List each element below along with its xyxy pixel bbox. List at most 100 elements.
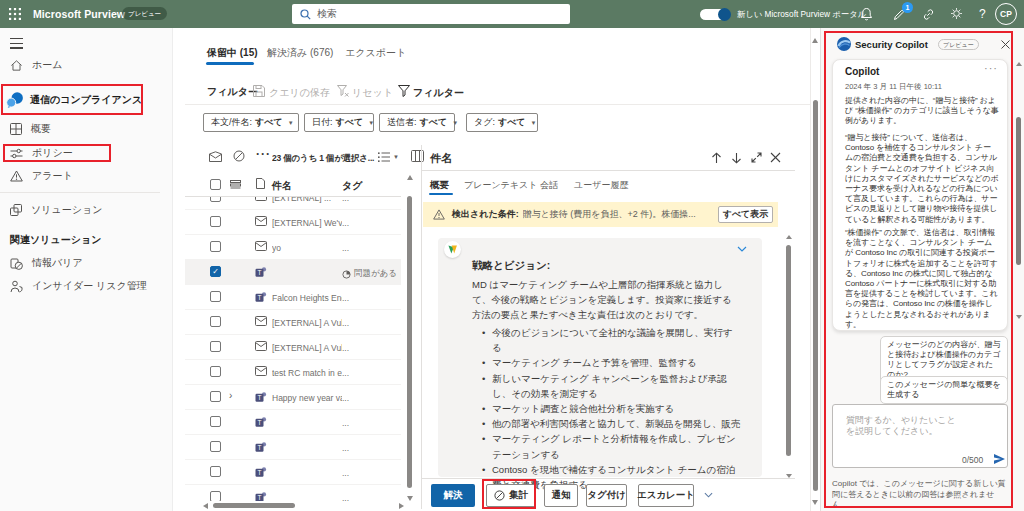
sidebar-item-insider-risk[interactable]: インサイダー リスク管理	[0, 275, 173, 297]
column-header-subject[interactable]: 件名	[272, 179, 292, 193]
detail-tab-overview[interactable]: 概要	[430, 179, 449, 192]
save-query-button[interactable]: クエリの保存	[269, 86, 330, 100]
close-panel-icon[interactable]	[1001, 40, 1010, 49]
collapse-summary-chevron[interactable]	[737, 246, 747, 252]
waffle-menu-icon[interactable]	[9, 8, 21, 20]
sidebar-item-policies[interactable]: ポリシー	[0, 142, 173, 164]
h-scrollbar-thumb[interactable]	[213, 503, 295, 508]
settings-gear-icon[interactable]	[950, 7, 963, 20]
row-checkbox[interactable]	[210, 466, 221, 477]
expand-icon[interactable]	[751, 152, 762, 163]
row-checkbox[interactable]	[210, 416, 221, 427]
scroll-up-arrow[interactable]	[812, 38, 818, 43]
list-view-icon[interactable]	[378, 152, 390, 162]
table-row[interactable]: TFalcon Heights Eng......	[185, 285, 401, 310]
global-search-input[interactable]: 検索	[292, 4, 570, 24]
row-checkbox[interactable]	[210, 391, 221, 402]
filter-button[interactable]: フィルター	[413, 86, 464, 100]
dropdown-sender[interactable]: 送信者:すべて▼	[379, 113, 455, 132]
expand-chevron[interactable]: ›	[229, 390, 232, 401]
row-checkbox[interactable]	[210, 341, 221, 352]
column-header-tag[interactable]: タグ	[342, 179, 362, 193]
sidebar-item-alerts[interactable]: アラート	[0, 165, 173, 187]
table-row[interactable]: ✓T問題がある	[185, 260, 401, 285]
sidebar-item-solutions[interactable]: ソリューション	[0, 199, 173, 221]
dropdown-subject-body[interactable]: 本文/件名:すべて▼	[203, 113, 299, 132]
detail-scrollbar-thumb[interactable]	[786, 245, 791, 456]
scroll-right-arrow[interactable]	[399, 503, 404, 509]
mark-read-icon[interactable]	[209, 151, 222, 162]
more-actions-chevron[interactable]	[704, 492, 713, 498]
row-checkbox[interactable]	[210, 241, 221, 252]
card-more-menu-icon[interactable]: ···	[984, 62, 998, 74]
copilot-suggestion-chip[interactable]: このメッセージの簡単な概要を生成する	[880, 376, 1008, 404]
row-checkbox[interactable]	[210, 441, 221, 452]
select-all-checkbox[interactable]	[210, 179, 221, 190]
table-row[interactable]: test RC match in e......	[185, 360, 401, 385]
table-row[interactable]: T...	[185, 485, 401, 501]
row-checkbox[interactable]	[210, 491, 221, 501]
detail-tab-conversation[interactable]: 会話	[540, 179, 558, 192]
dismiss-circle-icon[interactable]	[233, 150, 245, 162]
link-icon[interactable]	[922, 8, 935, 21]
sidebar-item-communication-compliance[interactable]: 通信のコンプライアンス	[0, 88, 173, 112]
prev-item-icon[interactable]	[711, 152, 722, 164]
new-portal-toggle[interactable]	[700, 9, 730, 20]
scroll-down-arrow[interactable]	[812, 500, 818, 505]
tab-resolved[interactable]: 解決済み (676)	[267, 46, 333, 60]
tab-pending[interactable]: 保留中 (15)	[207, 46, 258, 60]
column-options-icon[interactable]	[411, 150, 424, 162]
more-actions-icon[interactable]: ···	[256, 147, 271, 161]
list-view-chevron[interactable]: ▼	[393, 154, 399, 160]
table-row[interactable]: [EXTERNAL] A Vuln......	[185, 310, 401, 335]
row-tag: ...	[342, 443, 349, 453]
send-icon[interactable]	[993, 453, 1006, 465]
tag-button[interactable]: タグ付け	[586, 484, 627, 507]
scroll-up-arrow[interactable]	[1016, 62, 1022, 66]
sidebar-item-home[interactable]: ホーム	[0, 54, 173, 76]
table-row[interactable]: T...	[185, 460, 401, 485]
help-icon[interactable]: ?	[979, 7, 986, 21]
row-subject: [EXTERNAL] A Vuln...	[272, 343, 342, 353]
table-row[interactable]: ›THappy new year va......	[185, 385, 401, 410]
summarize-button[interactable]: 集計	[486, 484, 536, 507]
table-row[interactable]: [EXTERNAL] ......	[185, 197, 401, 210]
detail-tab-userhistory[interactable]: ユーザー履歴	[574, 179, 628, 192]
row-checkbox[interactable]: ✓	[210, 266, 221, 277]
scroll-up-arrow[interactable]	[407, 175, 413, 180]
scroll-up-arrow[interactable]	[786, 235, 792, 239]
sidebar-item-overview[interactable]: 概要	[0, 118, 173, 140]
main-scrollbar-thumb[interactable]	[813, 100, 818, 491]
row-checkbox[interactable]	[210, 197, 221, 202]
row-checkbox[interactable]	[210, 291, 221, 302]
dropdown-tag[interactable]: タグ:すべて▼	[466, 113, 538, 132]
detail-tab-plaintext[interactable]: プレーンテキスト	[464, 179, 537, 192]
row-checkbox[interactable]	[210, 216, 221, 227]
dropdown-date[interactable]: 日付:すべて▼	[304, 113, 374, 132]
table-row[interactable]: T...	[185, 410, 401, 435]
tab-export[interactable]: エクスポート	[345, 46, 406, 60]
sidebar-item-information-barriers[interactable]: 情報バリア	[0, 252, 173, 274]
account-avatar[interactable]: CP	[995, 3, 1017, 25]
table-row[interactable]: T...	[185, 435, 401, 460]
row-checkbox[interactable]	[210, 316, 221, 327]
copilot-scrollbar-thumb[interactable]	[1016, 117, 1021, 265]
notifications-bell-icon[interactable]	[860, 7, 873, 21]
close-detail-icon[interactable]	[770, 152, 781, 163]
scroll-down-arrow[interactable]	[1016, 315, 1022, 319]
row-checkbox[interactable]	[210, 366, 221, 377]
table-row[interactable]: [EXTERNAL] We've ......	[185, 210, 401, 235]
show-all-button[interactable]: すべて表示	[718, 206, 773, 223]
scroll-down-arrow[interactable]	[407, 496, 413, 501]
table-row[interactable]: yo...	[185, 235, 401, 260]
notify-button[interactable]: 通知	[544, 484, 578, 507]
table-scrollbar-thumb[interactable]	[407, 196, 412, 488]
next-item-icon[interactable]	[731, 152, 742, 164]
escalate-button[interactable]: エスカレート	[638, 484, 694, 507]
hamburger-menu-icon[interactable]	[10, 38, 23, 49]
reset-button[interactable]: リセット	[352, 86, 393, 100]
scroll-left-arrow[interactable]	[203, 503, 208, 509]
resolve-button[interactable]: 解決	[431, 484, 475, 507]
table-row[interactable]: [EXTERNAL] A Vuln......	[185, 335, 401, 360]
row-subject: [EXTERNAL] A Vuln...	[272, 318, 342, 328]
